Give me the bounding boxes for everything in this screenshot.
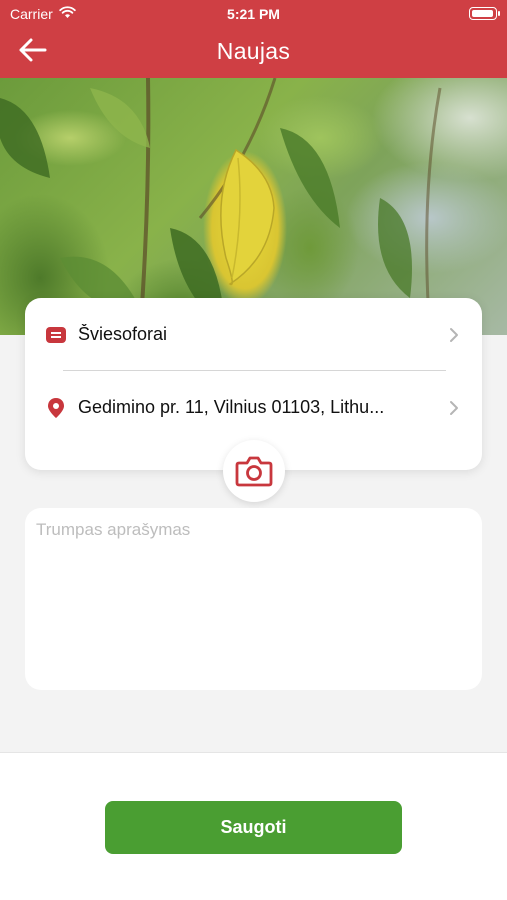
category-row[interactable]: Šviesoforai	[25, 310, 482, 360]
category-tag-icon	[46, 327, 66, 343]
divider	[63, 370, 446, 371]
hero-image	[0, 78, 507, 335]
battery-fill	[472, 10, 493, 17]
chevron-right-icon	[450, 401, 458, 415]
category-value: Šviesoforai	[78, 324, 168, 344]
leaf-illustration	[0, 78, 442, 335]
address-row[interactable]: Gedimino pr. 11, Vilnius 01103, Lithu...	[25, 383, 482, 433]
status-time: 5:21 PM	[227, 6, 280, 22]
camera-button[interactable]	[223, 440, 285, 502]
status-bar: Carrier 5:21 PM	[0, 0, 507, 28]
location-pin-icon	[48, 398, 64, 418]
chevron-right-icon	[450, 328, 458, 342]
footer: Saugoti	[0, 752, 507, 900]
description-input[interactable]	[25, 508, 482, 690]
address-value: Gedimino pr. 11, Vilnius 01103, Lithu...	[78, 397, 385, 417]
camera-icon	[235, 456, 273, 487]
battery-icon	[469, 7, 500, 20]
save-button[interactable]: Saugoti	[105, 801, 402, 854]
app-header: Carrier 5:21 PM Naujas	[0, 0, 507, 78]
page-title: Naujas	[216, 38, 291, 64]
